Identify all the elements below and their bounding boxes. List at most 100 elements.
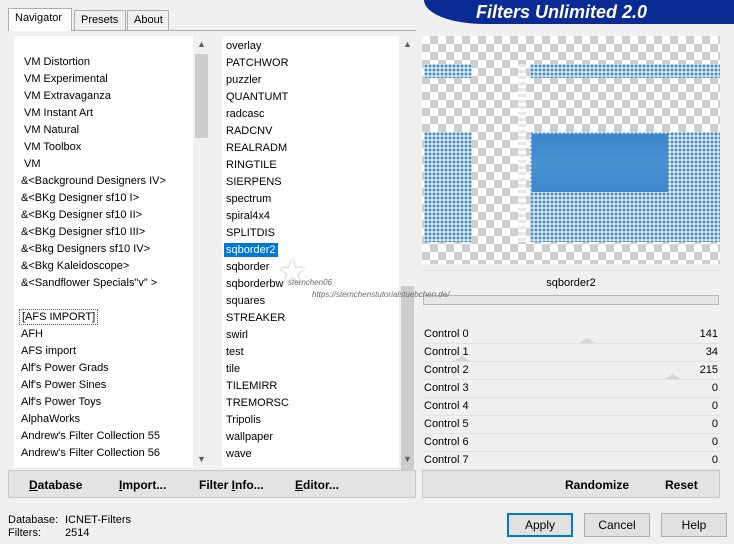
filter-item[interactable]: spectrum bbox=[222, 191, 416, 208]
category-item[interactable]: VM Distortion bbox=[14, 54, 210, 71]
control-label: Control 7 bbox=[424, 454, 469, 466]
slider-handle-icon[interactable] bbox=[665, 374, 681, 379]
category-item bbox=[14, 292, 210, 309]
category-item[interactable]: AFH bbox=[14, 326, 210, 343]
control-slider-4[interactable]: Control 4 0 bbox=[422, 398, 720, 416]
category-item[interactable]: &<Sandflower Specials"v" > bbox=[14, 275, 210, 292]
control-slider-0[interactable]: Control 0 141 bbox=[422, 326, 720, 344]
filter-name-panel: sqborder2 bbox=[422, 270, 720, 326]
category-item[interactable]: Alf's Power Toys bbox=[14, 394, 210, 411]
slider-handle-icon[interactable] bbox=[579, 338, 595, 343]
scroll-down-icon[interactable]: ▼ bbox=[193, 451, 210, 468]
filter-item[interactable]: RADCNV bbox=[222, 123, 416, 140]
category-item[interactable]: &<Bkg Designers sf10 IV> bbox=[14, 241, 210, 258]
scroll-thumb[interactable] bbox=[195, 54, 208, 138]
filter-item[interactable]: test bbox=[222, 344, 416, 361]
filter-item[interactable]: sqborder2 bbox=[222, 242, 416, 259]
editor-button[interactable]: Editor... bbox=[295, 478, 339, 492]
control-label: Control 3 bbox=[424, 382, 469, 394]
filter-scrollbar[interactable]: ▲ ▼ bbox=[399, 36, 416, 476]
filter-list[interactable]: overlay PATCHWOR puzzler QUANTUMT radcasc RAD… bbox=[222, 36, 416, 468]
filter-item[interactable]: STREAKER bbox=[222, 310, 416, 327]
control-label: Control 2 bbox=[424, 364, 469, 376]
tab-presets[interactable]: Presets bbox=[74, 10, 126, 30]
category-item[interactable]: Alf's Power Sines bbox=[14, 377, 210, 394]
apply-button[interactable]: Apply bbox=[507, 513, 573, 537]
category-list[interactable]: VM Distortion VM Experimental VM Extravaga… bbox=[14, 36, 210, 468]
help-button[interactable]: Help bbox=[661, 513, 727, 537]
control-value: 0 bbox=[711, 382, 718, 394]
tab-navigator[interactable]: Navigator bbox=[8, 8, 72, 31]
filter-item[interactable]: swirl bbox=[222, 327, 416, 344]
filter-item[interactable]: QUANTUMT bbox=[222, 89, 416, 106]
preview-image bbox=[422, 36, 720, 264]
import-button[interactable]: Import... bbox=[119, 478, 166, 492]
control-label: Control 5 bbox=[424, 418, 469, 430]
control-slider-6[interactable]: Control 6 0 bbox=[422, 434, 720, 452]
control-slider-1[interactable]: Control 1 34 bbox=[422, 344, 720, 362]
app-title: Filters Unlimited 2.0 bbox=[476, 2, 648, 22]
filter-item[interactable]: REALRADM bbox=[222, 140, 416, 157]
randomize-toolbar: Randomize Reset bbox=[422, 470, 720, 498]
randomize-button[interactable]: Randomize bbox=[565, 478, 629, 492]
watermark-name: sternchen06 bbox=[288, 278, 333, 287]
control-value: 0 bbox=[711, 400, 718, 412]
control-label: Control 4 bbox=[424, 400, 469, 412]
filter-item[interactable]: Tripolis bbox=[222, 412, 416, 429]
control-slider-2[interactable]: Control 2 215 bbox=[422, 362, 720, 380]
scroll-down-icon[interactable]: ▼ bbox=[399, 451, 416, 468]
category-item[interactable]: VM bbox=[14, 156, 210, 173]
control-value: 0 bbox=[711, 454, 718, 466]
category-item[interactable]: VM Experimental bbox=[14, 71, 210, 88]
filters-count-info: Filters: 2514 bbox=[8, 527, 90, 539]
scroll-thumb[interactable] bbox=[401, 286, 414, 476]
control-value: 141 bbox=[699, 328, 718, 340]
filter-item[interactable]: puzzler bbox=[222, 72, 416, 89]
filter-item[interactable]: wave bbox=[222, 446, 416, 463]
category-item[interactable]: Andrew's Filter Collection 56 bbox=[14, 445, 210, 462]
filter-item[interactable]: tile bbox=[222, 361, 416, 378]
category-item[interactable]: Alf's Power Grads bbox=[14, 360, 210, 377]
filter-item[interactable]: RINGTILE bbox=[222, 157, 416, 174]
filter-item[interactable]: overlay bbox=[222, 38, 416, 55]
category-item[interactable]: VM Natural bbox=[14, 122, 210, 139]
filter-item[interactable]: PATCHWOR bbox=[222, 55, 416, 72]
database-button[interactable]: Database bbox=[29, 478, 82, 492]
filter-item[interactable]: SPLITDIS bbox=[222, 225, 416, 242]
filter-item[interactable]: spiral4x4 bbox=[222, 208, 416, 225]
control-value: 0 bbox=[711, 436, 718, 448]
filter-item[interactable]: TREMORSC bbox=[222, 395, 416, 412]
category-item[interactable]: &<Background Designers IV> bbox=[14, 173, 210, 190]
category-item[interactable]: VM Instant Art bbox=[14, 105, 210, 122]
control-label: Control 0 bbox=[424, 328, 469, 340]
filter-name-bar bbox=[423, 295, 719, 305]
category-item[interactable]: &<Bkg Kaleidoscope> bbox=[14, 258, 210, 275]
category-item[interactable]: AFS import bbox=[14, 343, 210, 360]
filter-info-button[interactable]: Filter Info... bbox=[199, 478, 264, 492]
database-info: Database: ICNET-Filters bbox=[8, 514, 131, 526]
filter-item[interactable]: radcasc bbox=[222, 106, 416, 123]
category-item[interactable]: [AFS IMPORT] bbox=[14, 309, 210, 326]
control-slider-7[interactable]: Control 7 0 bbox=[422, 452, 720, 470]
category-item[interactable]: VM Toolbox bbox=[14, 139, 210, 156]
cancel-button[interactable]: Cancel bbox=[584, 513, 650, 537]
filter-item[interactable]: SIERPENS bbox=[222, 174, 416, 191]
category-item[interactable]: &<BKg Designer sf10 II> bbox=[14, 207, 210, 224]
control-slider-5[interactable]: Control 5 0 bbox=[422, 416, 720, 434]
filter-item[interactable]: TILEMIRR bbox=[222, 378, 416, 395]
filter-item[interactable]: wallpaper bbox=[222, 429, 416, 446]
tab-about[interactable]: About bbox=[127, 10, 169, 30]
filter-item[interactable]: sqborder bbox=[222, 259, 416, 276]
category-item[interactable]: AlphaWorks bbox=[14, 411, 210, 428]
scroll-up-icon[interactable]: ▲ bbox=[193, 36, 210, 53]
category-item[interactable]: &<BKg Designer sf10 I> bbox=[14, 190, 210, 207]
category-item[interactable]: &<BKg Designer sf10 III> bbox=[14, 224, 210, 241]
slider-handle-icon[interactable] bbox=[454, 356, 470, 361]
category-item[interactable]: Andrew's Filter Collection 55 bbox=[14, 428, 210, 445]
scroll-up-icon[interactable]: ▲ bbox=[399, 36, 416, 53]
control-slider-3[interactable]: Control 3 0 bbox=[422, 380, 720, 398]
category-item[interactable]: VM Extravaganza bbox=[14, 88, 210, 105]
control-value: 215 bbox=[699, 364, 718, 376]
category-scrollbar[interactable]: ▲ ▼ bbox=[193, 36, 210, 468]
reset-button[interactable]: Reset bbox=[665, 478, 698, 492]
